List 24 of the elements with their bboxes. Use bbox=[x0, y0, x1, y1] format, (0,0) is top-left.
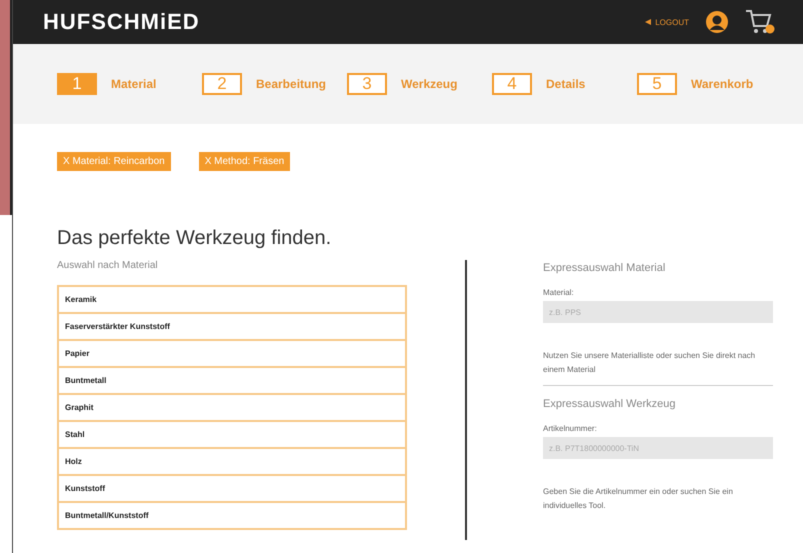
section-title: Expressauswahl Material bbox=[543, 262, 666, 274]
material-item[interactable]: Graphit bbox=[59, 393, 405, 420]
section-title: Expressauswahl Werkzeug bbox=[543, 398, 676, 410]
material-item[interactable]: Faserverstärkter Kunststoff bbox=[59, 312, 405, 339]
field-label: Artikelnummer: bbox=[543, 424, 598, 433]
input-field[interactable]: z.B. P7T1800000000-TiN bbox=[543, 437, 773, 459]
material-item[interactable]: Buntmetall bbox=[59, 366, 405, 393]
page-heading: Das perfekte Werkzeug finden. bbox=[57, 227, 332, 250]
hint-text: Nutzen Sie unsere Materialliste oder suchen Sie direkt nach einem Material bbox=[543, 350, 756, 376]
material-item[interactable]: Kunststoff bbox=[59, 474, 405, 501]
material-item[interactable]: Buntmetall/Kunststoff bbox=[59, 501, 405, 528]
logout-link[interactable]: LOGOUT bbox=[645, 18, 689, 26]
cart-icon[interactable] bbox=[745, 8, 775, 36]
material-item[interactable]: Holz bbox=[59, 447, 405, 474]
material-item[interactable]: Keramik bbox=[59, 287, 405, 312]
hint-text: Geben Sie die Artikelnummer ein oder suchen Sie ein individuelles Tool. bbox=[543, 486, 734, 512]
material-item[interactable]: Stahl bbox=[59, 420, 405, 447]
field-label: Material: bbox=[543, 288, 575, 297]
arrow-left-icon bbox=[645, 19, 652, 25]
section-title: Auswahl nach Material bbox=[57, 260, 159, 271]
user-icon[interactable] bbox=[705, 10, 729, 34]
logo: HUFSCHMiED bbox=[43, 9, 200, 35]
material-item[interactable]: Papier bbox=[59, 339, 405, 366]
input-field[interactable]: z.B. PPS bbox=[543, 301, 773, 323]
